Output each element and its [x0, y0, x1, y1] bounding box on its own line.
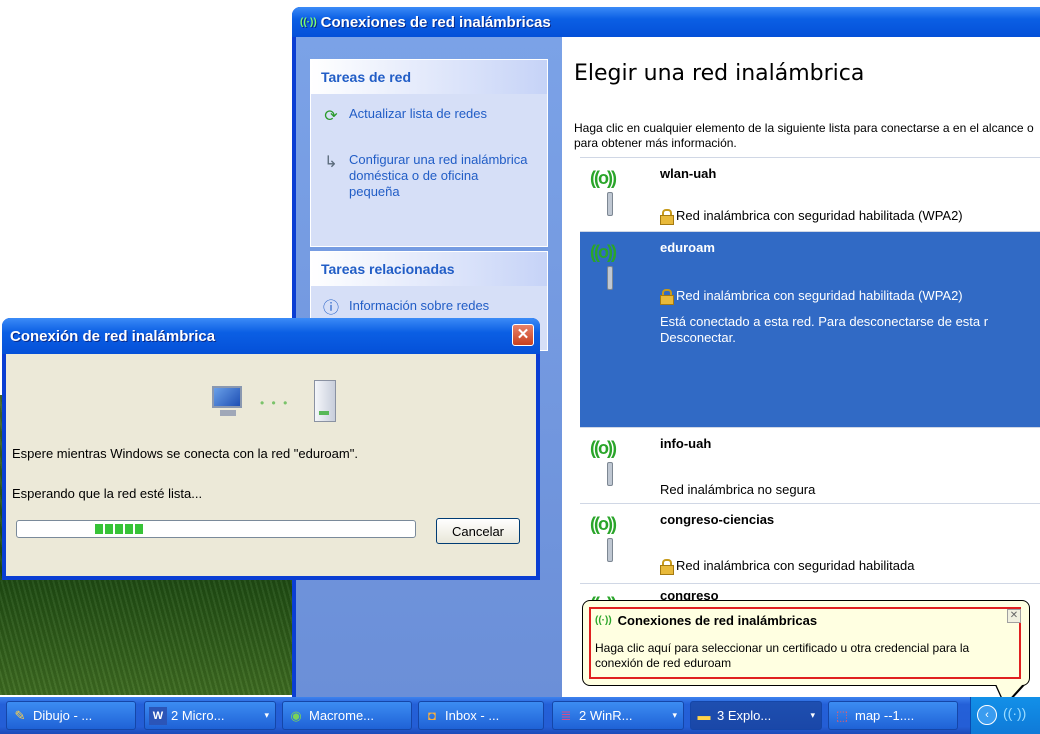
taskbar-item-label: Macrome... — [309, 708, 375, 723]
connection-dialog: Conexión de red inalámbrica ✕ • • • Espe… — [2, 318, 540, 580]
network-tasks-group: Tareas de red ⟳ Actualizar lista de rede… — [310, 59, 548, 247]
wireless-tray-icon[interactable]: ((·)) — [1003, 705, 1026, 721]
lock-icon — [660, 558, 674, 575]
connecting-dots-icon: • • • — [260, 396, 290, 410]
progress-bar — [16, 520, 416, 538]
network-tasks-header: Tareas de red — [311, 60, 547, 94]
taskbar-item-paint[interactable]: ✎ Dibujo - ... — [6, 701, 136, 730]
network-name: info-uah — [660, 436, 712, 451]
wireless-icon: ((·)) — [300, 16, 317, 28]
mail-icon: ◘ — [428, 708, 436, 723]
balloon-title-label: Conexiones de red inalámbricas — [617, 613, 818, 628]
chevron-down-icon: ▾ — [672, 710, 677, 720]
balloon-notification[interactable]: ((·)) Conexiones de red inalámbricas Hag… — [582, 600, 1030, 707]
taskbar-item-word[interactable]: W 2 Micro... ▾ — [144, 701, 276, 730]
taskbar-item-label: Dibujo - ... — [33, 708, 93, 723]
network-name: congreso-ciencias — [660, 512, 775, 527]
pdf-icon: ⬚ — [835, 707, 849, 723]
wait-message: Espere mientras Windows se conecta con l… — [12, 446, 358, 461]
info-icon: ⓘ — [322, 300, 339, 317]
window-title: Conexiones de red inalámbricas — [320, 13, 551, 31]
close-button[interactable]: ✕ — [512, 324, 534, 346]
taskbar-item-label: Inbox - ... — [445, 708, 500, 723]
lock-icon — [660, 208, 674, 225]
close-icon[interactable]: ✕ — [1007, 609, 1021, 623]
taskbar: ✎ Dibujo - ... W 2 Micro... ▾ ◉ Macrome.… — [0, 697, 1040, 734]
signal-icon: ((o)) — [590, 514, 630, 562]
dialog-titlebar[interactable]: Conexión de red inalámbrica — [2, 318, 540, 354]
chevron-down-icon: ▾ — [264, 710, 269, 720]
refresh-network-list-link[interactable]: ⟳ Actualizar lista de redes — [311, 106, 547, 128]
folder-icon: ▬ — [697, 708, 711, 723]
network-info-label: Información sobre redes — [349, 298, 490, 313]
wireless-icon: ((·)) — [595, 615, 612, 626]
cancel-button[interactable]: Cancelar — [436, 518, 520, 544]
progress-indicator — [95, 524, 143, 534]
chevron-left-icon[interactable]: ‹ — [977, 705, 997, 725]
related-tasks-header: Tareas relacionadas — [311, 252, 547, 286]
network-item-congreso-ciencias[interactable]: ((o)) congreso-ciencias Red inalámbrica … — [580, 503, 1040, 583]
lock-icon — [660, 288, 674, 305]
configure-network-link[interactable]: ↳ Configurar una red inalámbrica domésti… — [311, 152, 547, 200]
intro-text: Haga clic en cualquier elemento de la si… — [574, 121, 1034, 150]
taskbar-item-pdf[interactable]: ⬚ map --1.... — [828, 701, 958, 730]
status-message: Esperando que la red esté lista... — [12, 486, 203, 501]
word-icon: W — [149, 706, 167, 725]
network-security-label: Red inalámbrica con seguridad habilitada… — [676, 288, 963, 303]
network-info-link[interactable]: ⓘ Información sobre redes — [311, 298, 547, 320]
network-name: wlan-uah — [660, 166, 717, 181]
taskbar-item-label: 2 WinR... — [579, 708, 633, 723]
taskbar-item-winrar[interactable]: ≣ 2 WinR... ▾ — [552, 701, 684, 730]
network-list-panel: Elegir una red inalámbrica Haga clic en … — [562, 37, 1040, 697]
refresh-network-list-label: Actualizar lista de redes — [349, 106, 488, 121]
configure-network-label: Configurar una red inalámbrica doméstica… — [349, 152, 528, 199]
taskbar-item-label: map --1.... — [855, 708, 915, 723]
network-security: Red inalámbrica con seguridad habilitada… — [660, 288, 963, 305]
paint-icon: ✎ — [14, 707, 26, 723]
network-item-wlan-uah[interactable]: ((o)) wlan-uah Red inalámbrica con segur… — [580, 157, 1040, 231]
taskbar-item-explorer[interactable]: ▬ 3 Explo... ▾ — [690, 701, 822, 730]
taskbar-item-inbox[interactable]: ◘ Inbox - ... — [418, 701, 544, 730]
signal-icon: ((o)) — [590, 168, 630, 216]
network-security-label: Red inalámbrica con seguridad habilitada… — [676, 208, 963, 223]
page-title: Elegir una red inalámbrica — [574, 61, 865, 86]
dialog-title: Conexión de red inalámbrica — [10, 327, 216, 345]
network-security: Red inalámbrica con seguridad habilitada — [660, 558, 915, 575]
window-titlebar[interactable]: ((·)) Conexiones de red inalámbricas — [292, 7, 1040, 37]
taskbar-item-label: 2 Micro... — [171, 708, 225, 723]
taskbar-item-macromedia[interactable]: ◉ Macrome... — [282, 701, 412, 730]
connection-message: Está conectado a esta red. Para desconec… — [660, 314, 989, 345]
wireless-setup-icon: ↳ — [324, 154, 338, 171]
network-name: eduroam — [660, 240, 715, 255]
network-security-label: Red inalámbrica no segura — [660, 482, 816, 497]
network-security: Red inalámbrica con seguridad habilitada… — [660, 208, 963, 225]
balloon-title: ((·)) Conexiones de red inalámbricas — [595, 613, 817, 628]
network-security-label: Red inalámbrica con seguridad habilitada — [676, 558, 915, 573]
balloon-text: Haga clic aquí para seleccionar un certi… — [595, 641, 970, 670]
network-item-eduroam[interactable]: ((o)) eduroam Red inalámbrica con seguri… — [580, 231, 1040, 427]
refresh-icon: ⟳ — [324, 108, 338, 125]
signal-icon: ((o)) — [590, 438, 630, 486]
taskbar-item-label: 3 Explo... — [717, 708, 772, 723]
signal-icon: ((o)) — [590, 242, 630, 290]
access-point-icon — [314, 380, 336, 422]
computer-icon — [212, 386, 248, 418]
chevron-down-icon: ▾ — [810, 710, 815, 720]
dreamweaver-icon: ◉ — [290, 707, 302, 723]
winrar-icon: ≣ — [560, 707, 572, 723]
network-item-info-uah[interactable]: ((o)) info-uah Red inalámbrica no segura — [580, 427, 1040, 503]
system-tray: ‹ ((·)) — [970, 697, 1040, 734]
